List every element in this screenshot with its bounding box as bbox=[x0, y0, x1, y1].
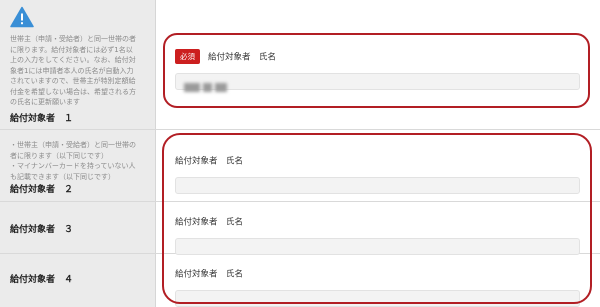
row-3-name-input[interactable] bbox=[175, 238, 580, 255]
row-4-name-input[interactable] bbox=[175, 290, 580, 307]
warning-triangle-icon bbox=[10, 6, 34, 28]
row-divider bbox=[0, 201, 600, 202]
row-2-note: ・世帯主（申請・受給者）と同一世帯の 者に限ります（以下同じです） ・マイナンバ… bbox=[10, 141, 136, 181]
row-1-name-input[interactable] bbox=[175, 73, 580, 92]
row-2-field: 給付対象者 氏名 bbox=[175, 150, 580, 194]
row-1-field: 必須 給付対象者 氏名 bbox=[175, 46, 580, 92]
row-4-field: 給付対象者 氏名 bbox=[175, 263, 580, 307]
row-divider bbox=[0, 129, 600, 130]
row-3-label: 給付対象者 ３ bbox=[10, 225, 74, 235]
row-4-field-label: 給付対象者 氏名 bbox=[175, 269, 244, 280]
row-1-blurred-value bbox=[184, 77, 234, 92]
row-2-label: 給付対象者 ２ bbox=[10, 185, 74, 195]
row-1-note: 世帯主（申請・受給者）と同一世帯の者 に限ります。給付対象者には必ず1名以 上の… bbox=[10, 35, 136, 106]
required-badge: 必須 bbox=[175, 49, 200, 64]
row-4-label: 給付対象者 ４ bbox=[10, 275, 74, 285]
row-2-field-label: 給付対象者 氏名 bbox=[175, 156, 244, 167]
row-2-name-input[interactable] bbox=[175, 177, 580, 194]
row-3-field-label: 給付対象者 氏名 bbox=[175, 217, 244, 228]
row-3-field: 給付対象者 氏名 bbox=[175, 211, 580, 255]
row-1-field-label: 給付対象者 氏名 bbox=[208, 52, 277, 63]
row-1-label: 給付対象者 １ bbox=[10, 114, 74, 124]
